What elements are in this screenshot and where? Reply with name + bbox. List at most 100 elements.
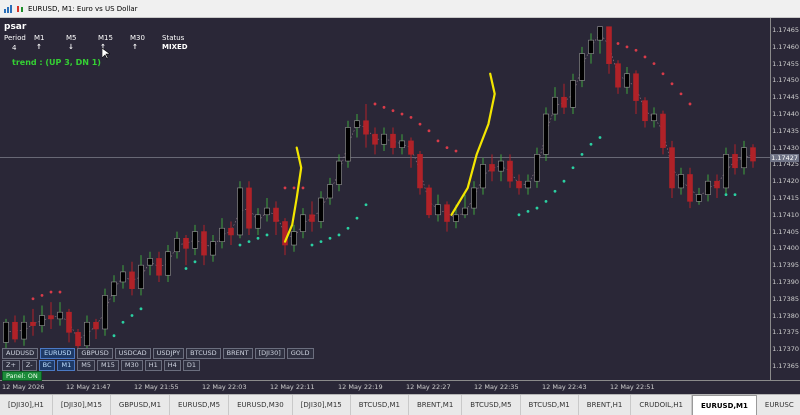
symbol-button-btcusd[interactable]: BTCUSD [186,348,221,359]
bear-candle-body [129,271,135,289]
bull-candle-body [255,214,261,229]
chart-tab[interactable]: CRUDOIL,H1 [631,395,692,415]
indicator-name: psar [4,22,27,32]
price-chart[interactable] [0,18,770,380]
time-tick-label: 12 May 22:19 [338,383,383,391]
timeframe-button-m15[interactable]: M15 [96,360,119,371]
trend-summary: trend : (UP 3, DN 1) [12,58,101,67]
candle [273,201,279,235]
timeframe-button-zminus[interactable]: Z- [21,360,37,371]
candle [48,302,54,329]
timeframe-button-d1[interactable]: D1 [182,360,200,371]
chart-tab[interactable]: EURUSC [757,395,800,415]
candle [534,147,540,188]
psar-dot [409,115,413,119]
timeframe-button-bc[interactable]: BC [38,360,56,371]
time-tick-label: 12 May 2026 [2,383,45,391]
candle [408,137,414,168]
candle [120,265,126,289]
chart-tab[interactable]: BRENT,H1 [579,395,632,415]
arrow-down-icon: ↓ [68,43,74,51]
timeframe-button-m30[interactable]: M30 [120,360,143,371]
bull-candle-body [3,321,9,343]
psar-dot [58,290,62,294]
time-tick-label: 12 May 21:55 [134,383,179,391]
candle [489,154,495,182]
bull-candle-body [237,187,243,236]
psar-dot [112,334,116,338]
chart-tab[interactable]: BRENT,M1 [409,395,463,415]
psar-dot [688,102,692,106]
psar-dot [256,236,260,240]
candle [651,107,657,128]
bull-candle-body [147,258,153,266]
bull-candle-body [138,264,144,289]
candle [624,67,630,94]
bull-candle-body [570,80,576,108]
bull-candle-body [579,53,585,81]
timeframe-button-h4[interactable]: H4 [163,360,181,371]
bull-candle-body [210,241,216,256]
candle [426,184,432,219]
symbol-button-dji30[interactable]: [DJI30] [254,348,285,359]
bull-candle-body [291,231,297,246]
symbol-button-eurusd[interactable]: EURUSD [40,348,76,359]
candle [750,144,756,168]
panel-toggle-button[interactable]: Panel: ON [2,371,42,381]
bull-candle-body [318,197,324,222]
psar-dot [427,129,431,133]
chart-tab[interactable]: BTCUSD,M1 [521,395,579,415]
chart-tabs: [DJI30],H1 [DJI30],M15 GBPUSD,M1 EURUSD,M5 E… [0,394,800,415]
candle [372,127,378,155]
candle [633,70,639,115]
header-m5: M5 [66,34,77,42]
bear-candle-body [444,204,450,222]
candle [30,308,36,336]
symbol-button-gold[interactable]: GOLD [286,348,314,359]
chart-tab[interactable]: [DJI30],H1 [0,395,53,415]
candle [309,201,315,232]
psar-dot [454,149,458,153]
chart-tab[interactable]: EURUSD,M30 [229,395,293,415]
candle [255,208,261,235]
psar-dot [724,193,728,197]
header-m1: M1 [34,34,45,42]
candle [381,127,387,151]
candle [93,318,99,340]
chart-tab[interactable]: EURUSD,M1 [692,395,757,415]
header-status: Status [162,34,185,42]
symbol-button-usdjpy[interactable]: USDJPY [152,348,185,359]
candle [570,73,576,115]
bear-candle-body [228,227,234,236]
chart-tab[interactable]: [DJI30],M15 [293,395,351,415]
symbol-button-usdcad[interactable]: USDCAD [114,348,151,359]
bull-candle-body [723,154,729,189]
price-tick-label: 1.17435 [772,126,799,135]
bull-candle-body [165,251,171,276]
chart-tab[interactable]: [DJI30],M15 [53,395,111,415]
bull-candle-body [705,180,711,195]
time-axis: 12 May 2026 12 May 21:47 12 May 21:55 12 Ma… [0,380,800,395]
timeframe-button-zplus[interactable]: Z+ [2,360,20,371]
bull-candle-body [471,187,477,209]
psar-dot [139,307,143,311]
timeframe-button-m1[interactable]: M1 [57,360,76,371]
chart-tab[interactable]: EURUSD,M5 [170,395,230,415]
candle [615,60,621,94]
symbol-button-gbpusd[interactable]: GBPUSD [77,348,113,359]
timeframe-button-h1[interactable]: H1 [144,360,162,371]
psar-dot [535,206,539,210]
price-tick-label: 1.17365 [772,361,799,370]
chart-tab[interactable]: BTCUSD,M5 [462,395,521,415]
bull-candle-body [264,207,270,216]
chart-tab[interactable]: BTCUSD,M1 [351,395,409,415]
bull-candle-body [336,160,342,185]
psar-dot [418,122,422,126]
timeframe-button-m5[interactable]: M5 [77,360,95,371]
price-tick-label: 1.17415 [772,194,799,202]
bull-candle-body [102,295,108,330]
current-price-label: 1.17427 [770,153,799,162]
chart-tab[interactable]: GBPUSD,M1 [111,395,171,415]
symbol-button-audusd[interactable]: AUDUSD [2,348,39,359]
symbol-button-brent[interactable]: BRENT [222,348,253,359]
